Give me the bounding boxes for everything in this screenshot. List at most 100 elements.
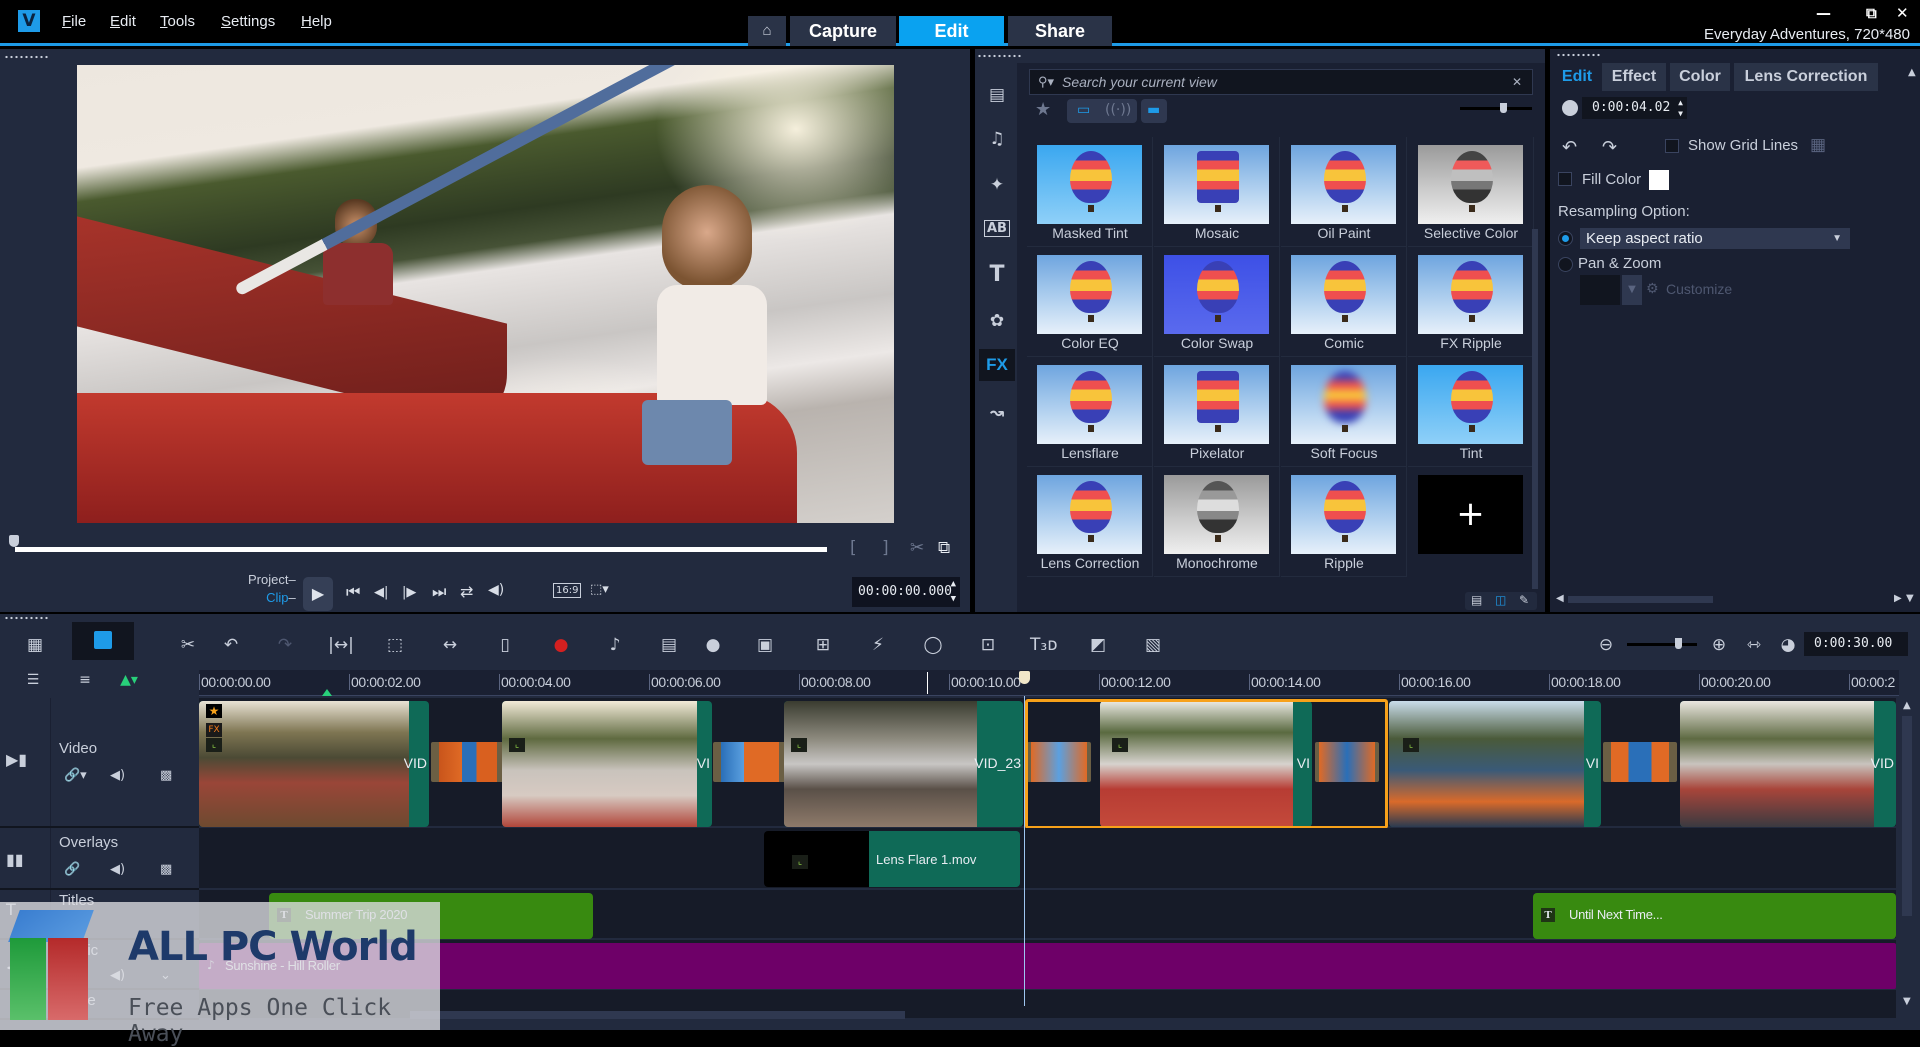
mode-clip[interactable]: Clip	[266, 590, 288, 605]
filter-tile[interactable]: Ripple	[1281, 467, 1407, 577]
transparency-icon[interactable]: ▩	[160, 768, 172, 783]
timeline-zoom-slider[interactable]	[1627, 638, 1697, 649]
mute-icon[interactable]: ◀)	[110, 768, 125, 783]
split-screen-button[interactable]: ◩	[1085, 635, 1111, 655]
filter-tile[interactable]: FX Ripple	[1408, 247, 1534, 357]
minimize-button[interactable]: —	[1816, 4, 1831, 22]
music-clip[interactable]: ♪ Sunshine - Hill Roller	[199, 943, 1896, 989]
video-clip[interactable]: VID	[1680, 701, 1896, 827]
pan-zoom-radio[interactable]	[1558, 257, 1573, 272]
start-marker[interactable]	[322, 689, 332, 696]
repeat-button[interactable]: ⇄	[460, 582, 473, 601]
subtitle-editor-button[interactable]: ▣	[752, 635, 778, 655]
aspect-ratio-button[interactable]: 16:9	[553, 583, 582, 598]
fit-project-button[interactable]: |↔|	[328, 635, 354, 655]
slider-handle[interactable]	[1675, 638, 1682, 649]
grid-settings-icon[interactable]: ▦	[1810, 135, 1826, 155]
edit-icon[interactable]: ✎	[1519, 593, 1529, 607]
category-instant-project[interactable]: ✦	[979, 169, 1015, 201]
filter-tile[interactable]: Masked Tint	[1027, 137, 1153, 247]
storyboard-view-button[interactable]: ▦	[22, 635, 48, 655]
overlay-clip[interactable]: ⌞ Lens Flare 1.mov	[764, 831, 1020, 887]
category-path[interactable]: ↝	[979, 397, 1015, 429]
options-tab-lens-correction[interactable]: Lens Correction	[1734, 63, 1878, 91]
slider-handle[interactable]	[1500, 103, 1507, 113]
library-layout-button[interactable]: ▬	[1141, 99, 1167, 123]
duration-stepper-icon[interactable]: ▲ ▼	[1678, 97, 1683, 119]
import-media-icon[interactable]: ▤	[1471, 593, 1482, 607]
enlarge-preview-icon[interactable]: ⧉	[938, 538, 950, 558]
next-frame-button[interactable]: |▶	[402, 585, 416, 600]
show-video-filters-icon[interactable]: ▭	[1077, 102, 1090, 118]
scroll-up-icon[interactable]: ▲	[1908, 67, 1916, 78]
panel-grip[interactable]	[4, 616, 48, 620]
title-track[interactable]: T Summer Trip 2020 T Until Next Time...	[199, 890, 1896, 940]
library-search-input[interactable]: ⚲▾ Search your current view ✕	[1029, 69, 1533, 95]
tab-edit[interactable]: Edit	[899, 16, 1004, 46]
chapter-marker-button[interactable]: ▲▾	[116, 672, 142, 688]
redo-button[interactable]: ↷	[272, 635, 298, 655]
panel-grip[interactable]	[1556, 53, 1600, 57]
show-audio-filters-icon[interactable]: ((·))	[1105, 102, 1131, 118]
scroll-up-icon[interactable]: ▲	[1903, 700, 1911, 711]
transition[interactable]	[431, 742, 505, 782]
menu-tools[interactable]: Tools	[160, 13, 195, 30]
add-track-button[interactable]: ≡	[72, 672, 98, 688]
clip-duration-input[interactable]: 0:00:04.02 ▲ ▼	[1582, 97, 1687, 119]
volume-button[interactable]: ◀)	[488, 582, 504, 598]
trim-button[interactable]: ⬚	[382, 635, 408, 655]
transition[interactable]	[1603, 742, 1677, 782]
preview-timecode[interactable]: 00:00:00.000 ▲ ▼	[852, 577, 960, 607]
auto-music-button[interactable]: ▤	[656, 635, 682, 655]
play-mode-toggle[interactable]: Project– Clip–	[248, 571, 296, 607]
transition[interactable]	[1027, 742, 1091, 782]
transition[interactable]	[1315, 742, 1379, 782]
rotate-left-button[interactable]: ↶	[1562, 137, 1577, 158]
multi-camera-button[interactable]: ⊞	[810, 635, 836, 655]
timeline-horizontal-scrollbar[interactable]	[410, 1011, 905, 1019]
category-filter[interactable]: FX	[979, 349, 1015, 381]
filter-tile[interactable]: Color Swap	[1154, 247, 1280, 357]
playhead-handle[interactable]	[1019, 671, 1030, 684]
options-horizontal-scrollbar[interactable]	[1568, 596, 1713, 603]
tab-capture[interactable]: Capture	[790, 16, 896, 46]
title-clip[interactable]: T Until Next Time...	[1533, 893, 1896, 939]
clear-search-icon[interactable]: ✕	[1512, 70, 1522, 94]
menu-edit[interactable]: Edit	[110, 13, 136, 30]
motion-tracking-button[interactable]: ●	[700, 635, 726, 655]
filter-tile[interactable]: Lensflare	[1027, 357, 1153, 467]
mark-out-icon[interactable]: ]	[882, 538, 889, 558]
home-button[interactable]: ⏮	[346, 582, 360, 602]
filter-tile[interactable]: Color EQ	[1027, 247, 1153, 357]
split-clip-icon[interactable]: ✂	[910, 538, 924, 558]
ripple-link-icon[interactable]: 🔗	[64, 862, 80, 877]
fit-timeline-button[interactable]: ⇿	[1741, 635, 1767, 655]
filter-tile[interactable]: Pixelator	[1154, 357, 1280, 467]
end-button[interactable]: ⏭	[432, 582, 446, 602]
filter-tile[interactable]: Comic	[1281, 247, 1407, 357]
filter-tile[interactable]: Tint	[1408, 357, 1534, 467]
video-track[interactable]: VID ★ FX ⌞ VI ⌞ VID_23 ⌞ VI ⌞ VI ⌞ VID	[199, 698, 1896, 829]
library-scrollbar[interactable]	[1532, 229, 1538, 589]
search-icon[interactable]: ⚲▾	[1038, 70, 1054, 94]
menu-file[interactable]: File	[62, 13, 86, 30]
video-edit-button[interactable]: ▧	[1140, 635, 1166, 655]
sound-mixer-button[interactable]: ♪	[602, 635, 628, 655]
filter-tile[interactable]: Oil Paint	[1281, 137, 1407, 247]
mask-creator-button[interactable]: ◯	[920, 635, 946, 655]
menu-settings[interactable]: Settings	[221, 13, 275, 30]
panel-menu-icon[interactable]: ▼	[1906, 593, 1914, 604]
category-transition[interactable]: AB	[979, 213, 1015, 245]
close-button[interactable]: ✕	[1896, 4, 1909, 22]
add-filter-tile[interactable]: +	[1408, 467, 1534, 577]
timeline-vertical-scrollbar[interactable]	[1902, 716, 1912, 916]
overlay-track[interactable]: ⌞ Lens Flare 1.mov	[199, 828, 1896, 890]
restore-button[interactable]: ⧉	[1866, 4, 1877, 22]
scrubber-bar[interactable]	[15, 547, 827, 552]
3d-title-editor-button[interactable]: T₃ᴅ	[1030, 635, 1057, 655]
category-title[interactable]: T	[979, 259, 1015, 291]
timeline-ruler[interactable]: 00:00:00.00 00:00:02.00 00:00:04.00 00:00:0…	[199, 670, 1899, 696]
timecode-stepper-icon[interactable]: ▲ ▼	[951, 577, 956, 607]
keep-aspect-radio[interactable]	[1558, 231, 1573, 246]
mark-in-icon[interactable]: [	[850, 538, 857, 558]
